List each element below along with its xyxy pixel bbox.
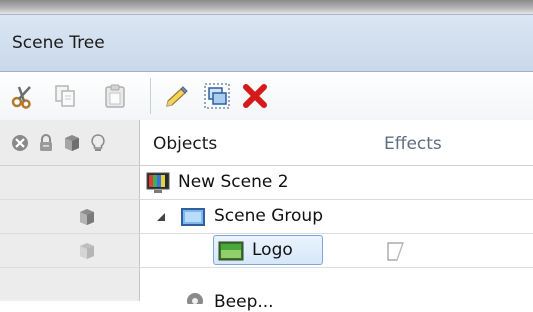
tree-item-label: Beep...: [214, 292, 274, 312]
image-icon: [218, 241, 244, 261]
rename-button[interactable]: [160, 79, 194, 113]
lightbulb-icon[interactable]: [88, 133, 108, 153]
tree-header: Objects Effects: [0, 120, 533, 166]
scene-icon: [146, 172, 170, 193]
row-state-cell: [0, 166, 140, 199]
tree-item-label: New Scene 2: [178, 172, 289, 192]
group-button[interactable]: [200, 79, 234, 113]
tree-row-partial[interactable]: Beep...: [0, 268, 533, 312]
lock-icon[interactable]: [36, 133, 56, 153]
panel-title: Scene Tree: [12, 33, 105, 53]
paste-icon: [105, 84, 125, 108]
pencil-icon: [166, 86, 188, 107]
visibility-cube-icon[interactable]: [78, 242, 96, 260]
objects-column-header[interactable]: Objects: [153, 134, 217, 154]
copy-icon: [55, 85, 75, 107]
delete-x-icon: [243, 84, 267, 108]
group-folder-icon: [181, 208, 205, 226]
tree-row-new-scene[interactable]: New Scene 2: [0, 166, 533, 200]
tree-item-label: Scene Group: [214, 206, 323, 226]
scene-tree-panel: Objects Effects New Scene 2 Scene Group …: [0, 120, 533, 312]
copy-button[interactable]: [48, 79, 82, 113]
effects-column-header[interactable]: Effects: [384, 134, 442, 154]
tree-row-logo[interactable]: Logo: [0, 234, 533, 268]
row-state-cell: [0, 234, 140, 267]
effect-page-icon[interactable]: [386, 240, 406, 262]
tree-item-label: Logo: [252, 240, 293, 260]
cut-button[interactable]: [6, 79, 40, 113]
delete-button[interactable]: [238, 79, 272, 113]
paste-button[interactable]: [98, 79, 132, 113]
toolbar: [0, 72, 533, 120]
expand-triangle-icon[interactable]: [155, 211, 167, 223]
scissors-icon: [11, 86, 31, 109]
toolbar-separator: [150, 78, 151, 114]
tree-row-scene-group[interactable]: Scene Group: [0, 200, 533, 234]
group-icon: [204, 83, 230, 109]
disable-icon[interactable]: [10, 133, 30, 153]
row-state-cell: [0, 268, 140, 301]
panel-title-bar: Scene Tree: [0, 14, 533, 72]
visibility-cube-icon[interactable]: [62, 133, 82, 153]
visibility-cube-icon[interactable]: [78, 208, 96, 226]
window-top-strip: [0, 0, 533, 14]
gear-icon: [187, 293, 203, 304]
row-state-cell: [0, 200, 140, 233]
